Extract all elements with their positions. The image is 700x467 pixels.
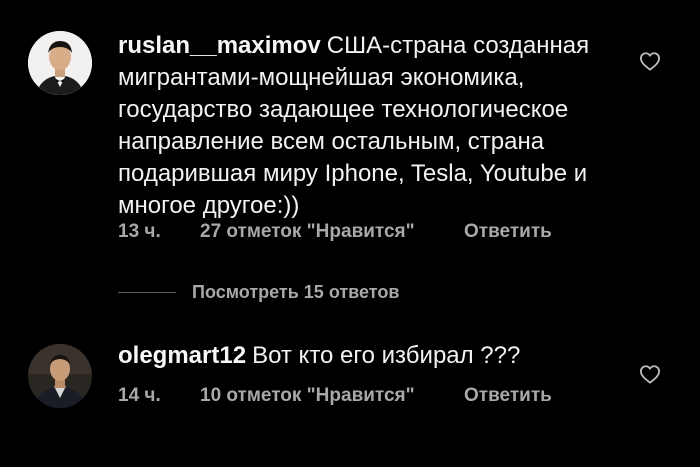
user-avatar-image xyxy=(28,31,92,95)
comment-olegmart: olegmart12 Вот кто его избирал ??? 14 ч. … xyxy=(0,330,700,430)
comment-text: Вот кто его избирал ??? xyxy=(252,342,521,369)
view-replies-button[interactable]: Посмотреть 15 ответов xyxy=(192,282,399,303)
comment-username[interactable]: ruslan__maximov xyxy=(118,32,321,59)
reply-button[interactable]: Ответить xyxy=(464,385,552,407)
comment-body: olegmart12 Вот кто его избирал ??? xyxy=(118,340,618,372)
avatar[interactable] xyxy=(28,31,92,95)
comment-likes[interactable]: 27 отметок "Нравится" xyxy=(200,221,415,243)
comment-ruslan: ruslan__maximov США-страна созданная мигр… xyxy=(0,0,700,260)
comment-likes[interactable]: 10 отметок "Нравится" xyxy=(200,385,415,407)
heart-outline-icon[interactable] xyxy=(639,364,661,384)
comment-text: США-страна созданная мигрантами-мощнейша… xyxy=(118,32,590,219)
comment-body: ruslan__maximov США-страна созданная мигр… xyxy=(118,30,618,222)
heart-outline-icon[interactable] xyxy=(639,51,661,71)
replies-divider xyxy=(118,292,176,293)
avatar[interactable] xyxy=(28,344,92,408)
comment-username[interactable]: olegmart12 xyxy=(118,342,246,369)
comment-time[interactable]: 14 ч. xyxy=(118,385,161,407)
user-avatar-image xyxy=(28,344,92,408)
comment-time[interactable]: 13 ч. xyxy=(118,221,161,243)
reply-button[interactable]: Ответить xyxy=(464,221,552,243)
